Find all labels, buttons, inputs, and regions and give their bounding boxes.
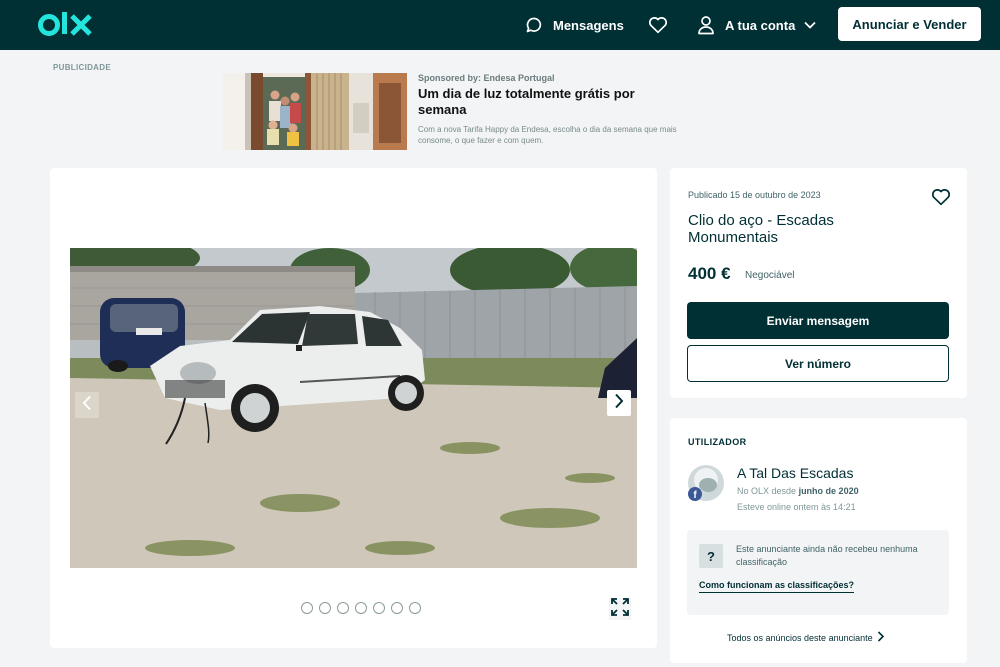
chat-icon [525,16,543,34]
photo-dot[interactable] [337,602,349,614]
listing-card: Publicado 15 de outubro de 2023 Clio do … [670,168,967,398]
next-photo-button[interactable] [607,390,631,416]
top-bar: Mensagens A tua conta Anunciar e Vender [0,0,1000,50]
fullscreen-button[interactable] [609,597,631,621]
ad-label: PUBLICIDADE [53,63,111,72]
olx-logo[interactable] [38,10,96,40]
user-icon [697,15,715,35]
seller-section-label: UTILIZADOR [688,437,747,447]
listing-photo[interactable] [70,248,637,568]
photo-dot[interactable] [391,602,403,614]
photo-dot[interactable] [373,602,385,614]
all-seller-ads-link[interactable]: Todos os anúncios deste anunciante [727,631,884,644]
previous-photo-button[interactable] [75,392,99,418]
send-message-button[interactable]: Enviar mensagem [687,302,949,339]
favorite-button[interactable] [931,188,951,211]
chevron-down-icon [804,21,816,29]
ad-image[interactable] [223,73,407,150]
chevron-right-icon [877,631,884,644]
all-ads-label: Todos os anúncios deste anunciante [727,632,873,643]
photo-dot[interactable] [409,602,421,614]
rating-text: Este anunciante ainda não recebeu nenhum… [736,544,918,567]
chevron-right-icon [614,393,624,414]
negotiable-label: Negociável [745,270,795,281]
ad-text: Com a nova Tarifa Happy da Endesa, escol… [418,125,677,145]
expand-icon [611,597,629,621]
ad-title[interactable]: Um dia de luz totalmente grátis por sema… [418,86,678,118]
rating-box: ? Este anunciante ainda não recebeu nenh… [687,530,949,615]
photo-gallery [50,168,657,648]
listing-title: Clio do aço - Escadas Monumentais [688,212,834,246]
account-menu[interactable]: A tua conta [697,0,816,50]
show-number-button[interactable]: Ver número [687,345,949,382]
photo-dot[interactable] [319,602,331,614]
avatar[interactable]: f [687,464,725,502]
member-since-prefix: No OLX desde [737,486,797,496]
ad-sponsor: Sponsored by: Endesa Portugal [418,73,555,83]
sell-button[interactable]: Anunciar e Vender [838,7,981,41]
messages-label: Mensagens [553,17,624,33]
question-icon: ? [699,544,723,568]
photo-dot[interactable] [355,602,367,614]
member-since: No OLX desde junho de 2020 [737,486,859,496]
favorites-link[interactable] [648,0,668,50]
last-online: Esteve online ontem às 14:21 [737,502,856,512]
published-date: Publicado 15 de outubro de 2023 [688,190,821,200]
account-label: A tua conta [725,17,796,33]
seller-name[interactable]: A Tal Das Escadas [737,465,853,481]
photo-dot[interactable] [301,602,313,614]
member-since-date: junho de 2020 [798,486,859,496]
heart-icon [931,189,951,210]
messages-link[interactable]: Mensagens [525,0,624,50]
seller-card: UTILIZADOR f A Tal Das Escadas No OLX de… [670,418,967,663]
listing-price: 400 € [688,264,731,283]
chevron-left-icon [82,395,92,416]
heart-icon [648,16,668,34]
ratings-help-link[interactable]: Como funcionam as classificações? [699,580,855,593]
photo-pagination [301,602,421,614]
